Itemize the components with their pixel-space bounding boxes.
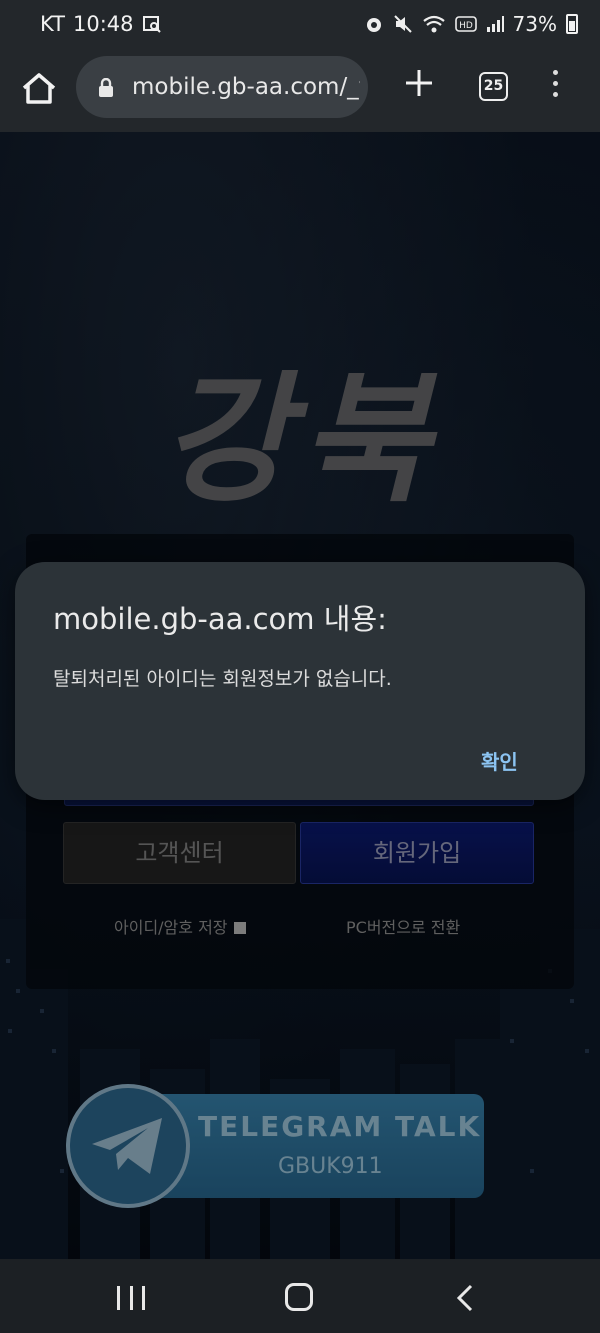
dialog-message: 탈퇴처리된 아이디는 회원정보가 없습니다. <box>53 668 392 690</box>
address-bar[interactable]: mobile.gb-aa.com/_v <box>76 56 368 118</box>
recent-apps-icon[interactable] <box>117 1286 145 1310</box>
alert-dialog: mobile.gb-aa.com 내용: 탈퇴처리된 아이디는 회원정보가 없습… <box>15 562 585 800</box>
signal-icon <box>486 16 504 32</box>
tab-switcher-button[interactable]: 25 <box>479 72 508 101</box>
wifi-icon <box>422 15 445 33</box>
url-text: mobile.gb-aa.com/_v <box>132 74 360 100</box>
system-nav-bar <box>0 1259 600 1333</box>
screenshot-icon <box>142 16 161 33</box>
more-menu-icon[interactable] <box>548 70 562 104</box>
home-nav-icon[interactable] <box>285 1283 313 1311</box>
dialog-title: mobile.gb-aa.com 내용: <box>53 602 387 636</box>
browser-toolbar: mobile.gb-aa.com/_v 25 <box>0 52 600 132</box>
dialog-ok-button[interactable]: 확인 <box>481 746 518 775</box>
status-right: HD 73% <box>364 12 578 36</box>
home-icon[interactable] <box>18 68 60 110</box>
alarm-icon <box>366 18 381 32</box>
back-icon[interactable] <box>455 1283 475 1313</box>
clock: 10:48 <box>72 12 134 36</box>
status-left: KT 10:48 <box>40 12 162 36</box>
new-tab-icon[interactable] <box>404 68 434 98</box>
battery-percent: 73% <box>512 12 557 36</box>
battery-icon <box>566 14 578 34</box>
mute-icon <box>393 15 412 33</box>
hd-icon: HD <box>454 16 477 32</box>
status-bar: KT 10:48 HD 73% <box>0 0 600 52</box>
svg-text:HD: HD <box>459 21 473 31</box>
lock-icon <box>99 78 113 97</box>
carrier-label: KT <box>40 12 65 36</box>
